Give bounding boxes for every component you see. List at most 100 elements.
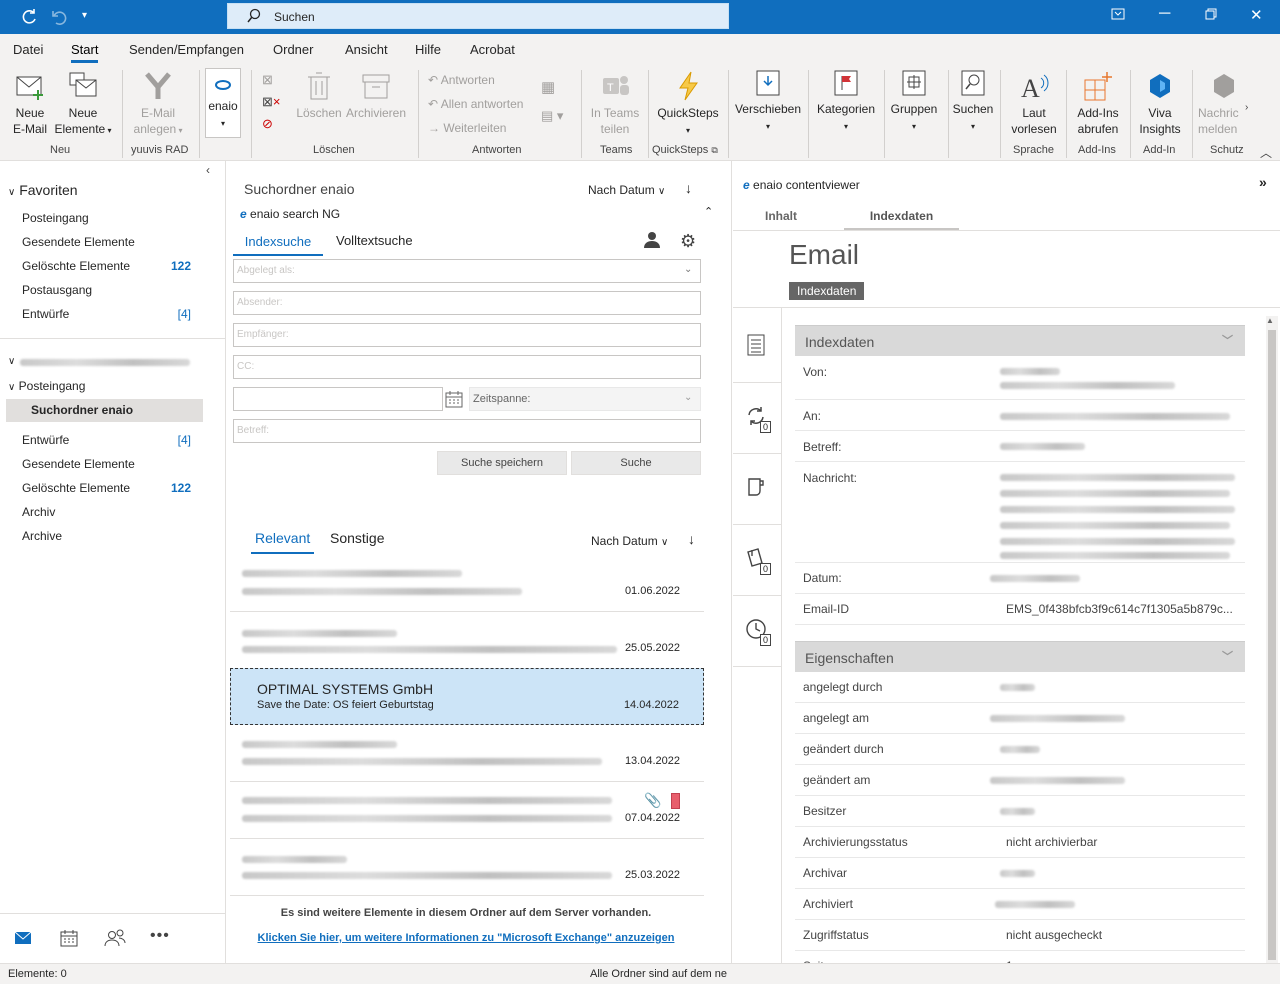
quicksteps-button[interactable]: QuickSteps ▾ xyxy=(655,70,721,139)
tab-indexsuche[interactable]: Indexsuche xyxy=(233,232,323,256)
sort-direction-icon[interactable]: ↓ xyxy=(688,531,695,547)
abgelegt-field[interactable]: Abgelegt als: ⌄ xyxy=(233,259,701,283)
groups-button[interactable]: Gruppen ▾ xyxy=(888,68,940,135)
nav-fav-posteingang[interactable]: Posteingang xyxy=(22,211,89,225)
nav-archiv[interactable]: Archiv xyxy=(22,505,55,519)
side-history-button[interactable]: 0 xyxy=(733,596,781,667)
collapse-ribbon-icon[interactable]: ︿ xyxy=(1260,144,1272,161)
betreff-field[interactable]: Betreff: xyxy=(233,419,701,443)
message-row[interactable]: 01.06.2022 xyxy=(230,555,704,612)
search-people-button[interactable]: Suchen ▾ xyxy=(952,68,994,135)
nav-gesendete[interactable]: Gesendete Elemente xyxy=(22,457,135,471)
scrollbar-thumb[interactable] xyxy=(1268,330,1276,960)
section-eigenschaften-header[interactable]: Eigenschaften ﹀ xyxy=(795,641,1245,672)
delete-button[interactable]: Löschen xyxy=(296,70,342,121)
junk-icon[interactable]: ⊘ xyxy=(262,116,273,132)
collapse-pane-icon[interactable]: ‹ xyxy=(206,163,210,177)
mail-icon[interactable] xyxy=(14,931,32,948)
sort-direction-icon[interactable]: ↓ xyxy=(685,180,692,196)
message-row[interactable]: 📎 07.04.2022 xyxy=(230,782,704,839)
menu-ansicht[interactable]: Ansicht xyxy=(345,42,388,57)
nav-entwuerfe[interactable]: Entwürfe xyxy=(22,433,69,447)
tab-sonstige[interactable]: Sonstige xyxy=(330,530,384,546)
new-email-button[interactable]: Neue E-Mail xyxy=(8,70,52,137)
save-search-button[interactable]: Suche speichern xyxy=(437,451,567,475)
sync-icon[interactable] xyxy=(20,8,38,30)
favorites-header[interactable]: ∨ Favoriten xyxy=(8,182,78,198)
side-notes-button[interactable] xyxy=(733,454,781,525)
absender-field[interactable]: Absender: xyxy=(233,291,701,315)
search-button[interactable]: Suche xyxy=(571,451,701,475)
cc-field[interactable]: CC: xyxy=(233,355,701,379)
account-chevron-icon[interactable]: ∨ xyxy=(8,356,15,367)
ribbon-scroll-right-icon[interactable]: › xyxy=(1245,102,1248,113)
menu-start[interactable]: Start xyxy=(71,42,99,63)
close-button[interactable]: ✕ xyxy=(1250,6,1263,24)
exchange-info-link[interactable]: Klicken Sie hier, um weitere Information… xyxy=(226,932,706,944)
calendar-icon[interactable] xyxy=(60,929,78,950)
email-anlegen-button[interactable]: E-Mail anlegen ▾ xyxy=(128,70,188,139)
menu-hilfe[interactable]: Hilfe xyxy=(415,42,441,57)
menu-senden-empfangen[interactable]: Senden/Empfangen xyxy=(129,42,244,57)
message-row[interactable]: 25.03.2022 xyxy=(230,839,704,896)
viewer-scrollbar[interactable]: ▲ xyxy=(1266,316,1278,963)
list-sort-dropdown[interactable]: Nach Datum ∨ xyxy=(591,534,668,548)
nav-archive[interactable]: Archive xyxy=(22,529,62,543)
more-apps-icon[interactable]: ••• xyxy=(150,927,170,945)
menu-ordner[interactable]: Ordner xyxy=(273,42,313,57)
tab-relevant[interactable]: Relevant xyxy=(251,530,315,554)
forward-button[interactable]: → Weiterleiten xyxy=(428,120,506,136)
minimize-button[interactable]: ─ xyxy=(1159,5,1170,23)
move-button[interactable]: Verschieben ▾ xyxy=(734,68,802,135)
tab-inhalt[interactable]: Inhalt xyxy=(765,209,797,223)
search-box[interactable]: Suchen xyxy=(227,3,729,29)
search-input[interactable]: Suchen xyxy=(274,10,315,24)
read-aloud-button[interactable]: A Laut vorlesen xyxy=(1006,70,1062,137)
nav-fav-gesendete[interactable]: Gesendete Elemente xyxy=(22,235,135,249)
date-field[interactable] xyxy=(233,387,443,411)
reply-all-button[interactable]: ↶ Allen antworten xyxy=(428,96,523,112)
tab-indexdaten[interactable]: Indexdaten xyxy=(844,209,959,231)
enaio-button[interactable]: enaio ▾ xyxy=(205,68,241,138)
empfaenger-field[interactable]: Empfänger: xyxy=(233,323,701,347)
nav-fav-entwuerfe[interactable]: Entwürfe xyxy=(22,307,69,321)
nav-geloeschte[interactable]: Gelöschte Elemente xyxy=(22,481,130,495)
undo-icon[interactable] xyxy=(50,8,68,30)
menu-datei[interactable]: Datei xyxy=(13,42,43,57)
tab-volltextsuche[interactable]: Volltextsuche xyxy=(336,233,413,248)
customize-toolbar-icon[interactable]: ▾ xyxy=(82,10,87,21)
categorize-button[interactable]: Kategorien ▾ xyxy=(814,68,878,135)
nav-posteingang[interactable]: ∨ Posteingang xyxy=(8,379,85,393)
expand-pane-icon[interactable]: » xyxy=(1259,174,1267,190)
zeitspanne-select[interactable]: Zeitspanne: ⌄ xyxy=(469,387,701,411)
collapse-search-icon[interactable]: ⌃ xyxy=(704,205,713,218)
side-index-button[interactable] xyxy=(733,312,781,383)
menu-acrobat[interactable]: Acrobat xyxy=(470,42,515,57)
viva-insights-button[interactable]: Viva Insights xyxy=(1134,70,1186,137)
report-message-button[interactable]: Nachric melden xyxy=(1198,70,1248,137)
meeting-icon[interactable]: ▦ xyxy=(541,78,555,96)
ribbon-display-icon[interactable] xyxy=(1111,8,1125,23)
ignore-icon[interactable]: ⊠ xyxy=(262,72,273,88)
get-addins-button[interactable]: Add-Ins abrufen xyxy=(1070,70,1126,137)
section-indexdaten-header[interactable]: Indexdaten ﹀ xyxy=(795,325,1245,356)
scroll-up-icon[interactable]: ▲ xyxy=(1266,316,1274,325)
nav-fav-postausgang[interactable]: Postausgang xyxy=(22,283,92,297)
people-icon[interactable] xyxy=(104,929,126,950)
user-icon[interactable] xyxy=(643,231,661,251)
sort-dropdown[interactable]: Nach Datum ∨ xyxy=(588,183,665,197)
message-row[interactable]: 25.05.2022 xyxy=(230,612,704,669)
message-row[interactable]: 13.04.2022 xyxy=(230,725,704,782)
settings-gear-icon[interactable]: ⚙ xyxy=(680,231,696,252)
share-teams-button[interactable]: T In Teams teilen xyxy=(586,70,644,137)
cleanup-icon[interactable]: ⊠× xyxy=(262,94,281,110)
nav-fav-geloeschte[interactable]: Gelöschte Elemente xyxy=(22,259,130,273)
maximize-button[interactable] xyxy=(1205,8,1217,23)
reply-button[interactable]: ↶ Antworten xyxy=(428,72,495,88)
new-items-button[interactable]: Neue Elemente ▾ xyxy=(54,70,112,139)
calendar-picker-icon[interactable] xyxy=(445,390,463,411)
nav-suchordner-enaio[interactable]: Suchordner enaio xyxy=(31,403,133,417)
side-attachments-button[interactable]: 0 xyxy=(733,525,781,596)
message-row-selected[interactable]: OPTIMAL SYSTEMS GmbH Save the Date: OS f… xyxy=(230,668,704,725)
archive-button[interactable]: Archivieren xyxy=(345,70,407,121)
